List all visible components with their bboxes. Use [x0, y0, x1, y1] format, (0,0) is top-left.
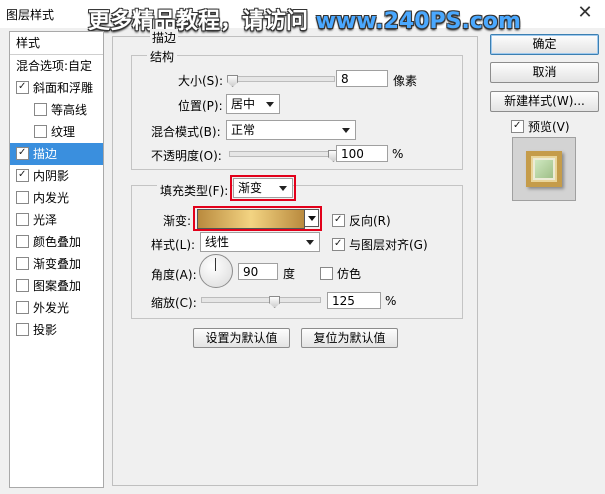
reset-default-button[interactable]: 复位为默认值 — [301, 328, 398, 348]
checkbox-icon[interactable] — [16, 301, 29, 314]
opacity-slider-track[interactable] — [229, 151, 335, 157]
scale-input[interactable]: 125 — [327, 292, 381, 309]
sidebar-item-label: 外发光 — [33, 301, 70, 315]
checkbox-icon[interactable] — [16, 169, 29, 182]
chevron-down-icon — [306, 240, 314, 245]
scale-unit: % — [385, 294, 397, 308]
checkbox-icon[interactable] — [16, 235, 29, 248]
checkbox-icon[interactable] — [16, 279, 29, 292]
angle-dial[interactable] — [199, 254, 233, 288]
preview-checkbox[interactable]: 预览(V) — [511, 118, 570, 135]
checkbox-icon[interactable] — [16, 81, 29, 94]
sidebar-item[interactable]: 纹理 — [10, 121, 103, 143]
sidebar-item-label: 投影 — [33, 323, 58, 337]
sidebar-item-label: 斜面和浮雕 — [33, 81, 94, 95]
watermark-text: 更多精品教程，请访问 — [88, 9, 316, 34]
opacity-label: 不透明度(O): — [151, 149, 222, 163]
chevron-down-icon — [342, 128, 350, 133]
dither-checkbox[interactable]: 仿色 — [320, 265, 361, 282]
checkbox-icon[interactable] — [16, 323, 29, 336]
fill-type-highlight — [230, 175, 296, 201]
opacity-unit: % — [392, 147, 404, 161]
checkbox-icon — [332, 238, 345, 251]
angle-input[interactable]: 90 — [238, 263, 278, 280]
scale-label: 缩放(C): — [151, 296, 197, 310]
sidebar-item-label: 内发光 — [33, 191, 70, 205]
checkbox-icon[interactable] — [16, 191, 29, 204]
ok-button[interactable]: 确定 — [490, 34, 599, 55]
blend-mode-select[interactable]: 正常 — [226, 120, 356, 140]
window-title: 图层样式 — [6, 8, 55, 22]
sidebar-item[interactable]: 投影 — [10, 319, 103, 341]
sidebar-item[interactable]: 外发光 — [10, 297, 103, 319]
position-label: 位置(P): — [178, 99, 223, 113]
checkbox-icon[interactable] — [16, 213, 29, 226]
sidebar-item-label: 内阴影 — [33, 169, 70, 183]
sidebar-item[interactable]: 内阴影 — [10, 165, 103, 187]
sidebar-item-label: 光泽 — [33, 213, 58, 227]
stroke-group-title: 描边 — [150, 29, 179, 46]
checkbox-icon[interactable] — [34, 103, 47, 116]
gradient-label: 渐变: — [163, 214, 192, 228]
checkbox-icon[interactable] — [34, 125, 47, 138]
watermark-site: www.240PS.com — [315, 9, 521, 34]
sidebar-item-label: 颜色叠加 — [33, 235, 82, 249]
sidebar-item-label: 图案叠加 — [33, 279, 82, 293]
cancel-button[interactable]: 取消 — [490, 62, 599, 83]
gradient-highlight — [193, 206, 322, 231]
make-default-button[interactable]: 设置为默认值 — [193, 328, 290, 348]
sidebar-item[interactable]: 光泽 — [10, 209, 103, 231]
reverse-checkbox[interactable]: 反向(R) — [332, 212, 391, 229]
angle-unit: 度 — [283, 267, 296, 281]
opacity-input[interactable]: 100 — [336, 145, 388, 162]
checkbox-icon — [332, 214, 345, 227]
sidebar-item[interactable]: 内发光 — [10, 187, 103, 209]
angle-dial-needle — [215, 258, 216, 271]
structure-title: 结构 — [147, 48, 178, 65]
size-slider-track[interactable] — [229, 76, 335, 82]
sidebar-item[interactable]: 等高线 — [10, 99, 103, 121]
sidebar-item-label: 等高线 — [51, 103, 88, 117]
sidebar-header: 样式 — [10, 32, 103, 55]
new-style-button[interactable]: 新建样式(W)... — [490, 91, 599, 112]
checkbox-icon[interactable] — [16, 147, 29, 160]
preview-swatch — [526, 151, 562, 187]
checkbox-icon[interactable] — [16, 257, 29, 270]
sidebar-item[interactable]: 颜色叠加 — [10, 231, 103, 253]
gradient-style-select[interactable]: 线性 — [200, 232, 320, 252]
fill-type-label: 填充类型(F): — [157, 182, 232, 199]
sidebar-item[interactable]: 渐变叠加 — [10, 253, 103, 275]
align-with-layer-checkbox[interactable]: 与图层对齐(G) — [332, 236, 428, 253]
sidebar-item-label: 渐变叠加 — [33, 257, 82, 271]
angle-label: 角度(A): — [151, 268, 197, 282]
scale-slider-track[interactable] — [201, 297, 321, 303]
position-select[interactable]: 居中 — [226, 94, 280, 114]
sidebar-item[interactable]: 斜面和浮雕 — [10, 77, 103, 99]
sidebar-item[interactable]: 混合选项:自定 — [10, 55, 103, 77]
sidebar-item-label: 纹理 — [51, 125, 76, 139]
sidebar-item[interactable]: 图案叠加 — [10, 275, 103, 297]
style-preview — [512, 137, 576, 201]
size-label: 大小(S): — [178, 74, 224, 88]
sidebar-item-label: 描边 — [33, 147, 58, 161]
sidebar-item-label: 混合选项:自定 — [16, 59, 93, 73]
checkbox-icon — [320, 267, 333, 280]
preview-inner — [535, 160, 553, 178]
size-unit: 像素 — [393, 74, 418, 88]
size-input[interactable]: 8 — [336, 70, 388, 87]
sidebar-item[interactable]: 描边 — [10, 143, 103, 165]
styles-sidebar: 样式 混合选项:自定斜面和浮雕等高线纹理描边内阴影内发光光泽颜色叠加渐变叠加图案… — [9, 31, 104, 488]
blend-mode-label: 混合模式(B): — [151, 125, 221, 139]
chevron-down-icon — [266, 102, 274, 107]
style-label: 样式(L): — [151, 238, 196, 252]
close-icon[interactable]: ✕ — [572, 2, 598, 24]
checkbox-icon — [511, 120, 524, 133]
